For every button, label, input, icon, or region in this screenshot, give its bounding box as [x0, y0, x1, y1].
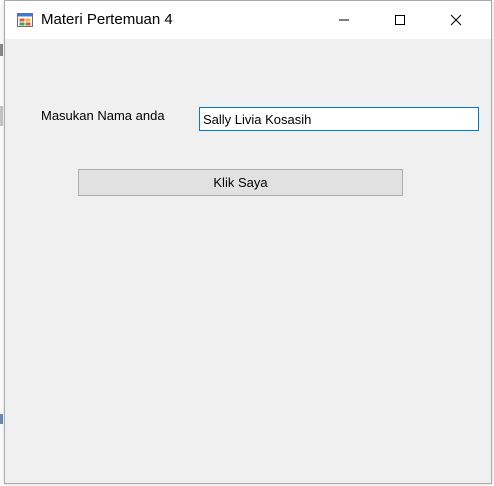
minimize-button[interactable]	[321, 1, 367, 39]
background-mark	[0, 44, 3, 56]
close-button[interactable]	[433, 1, 479, 39]
app-window: Materi Pertemuan 4 Masukan Nama anda Kli…	[4, 0, 492, 484]
background-mark	[0, 106, 3, 126]
background-mark	[0, 414, 3, 424]
maximize-icon	[395, 15, 405, 25]
close-icon	[450, 14, 462, 26]
name-label: Masukan Nama anda	[41, 108, 165, 123]
maximize-button[interactable]	[377, 1, 423, 39]
title-bar[interactable]: Materi Pertemuan 4	[5, 1, 491, 39]
form-client-area: Masukan Nama anda Klik Saya	[5, 39, 491, 483]
windows-forms-app-icon	[17, 13, 33, 27]
name-input[interactable]	[199, 107, 479, 131]
klik-saya-button[interactable]: Klik Saya	[78, 169, 403, 196]
minimize-icon	[339, 19, 349, 21]
window-title: Materi Pertemuan 4	[41, 11, 173, 28]
